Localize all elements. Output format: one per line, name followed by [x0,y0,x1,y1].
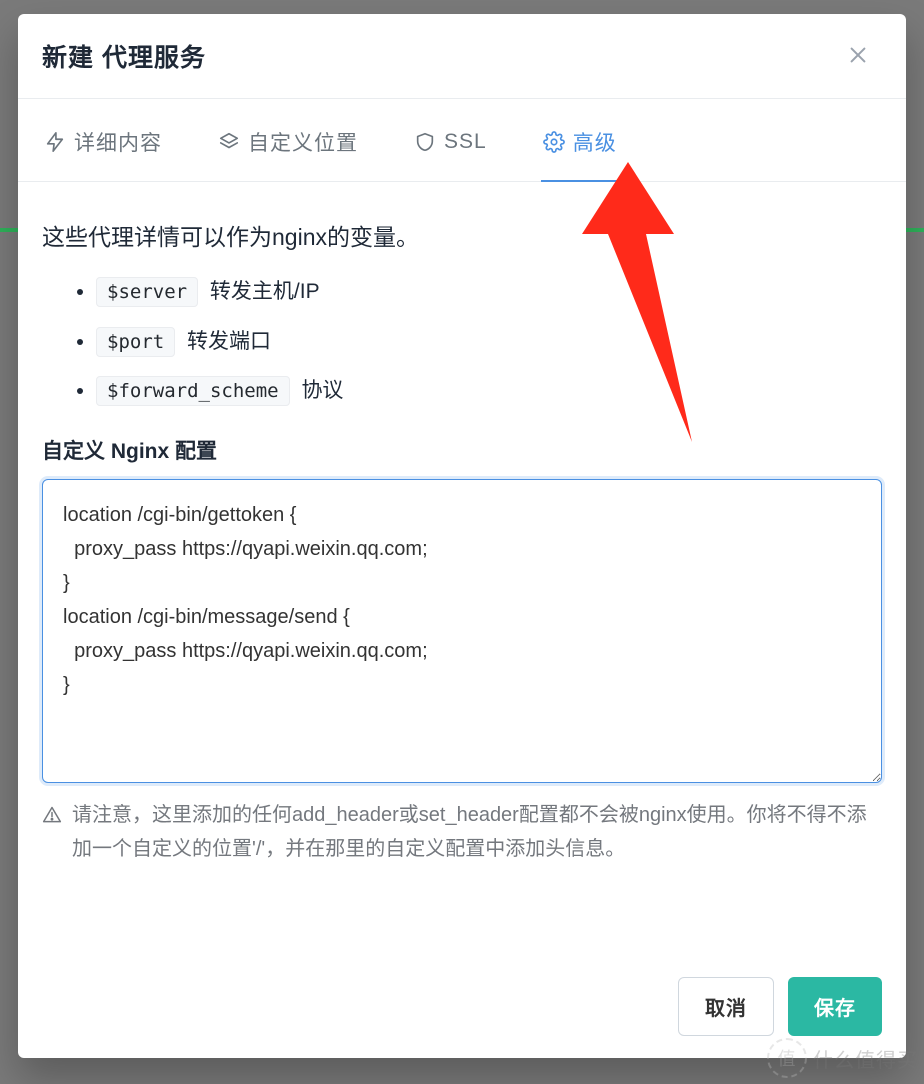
modal-title: 新建 代理服务 [42,38,206,74]
variable-code: $port [96,327,175,357]
warning-icon [42,802,62,836]
tab-advanced[interactable]: 高级 [541,99,619,181]
warning-text: 请注意，这里添加的任何add_header或set_header配置都不会被ng… [72,798,878,866]
intro-text: 这些代理详情可以作为nginx的变量。 [42,218,882,252]
tab-custom-locations[interactable]: 自定义位置 [216,99,360,181]
tab-label: 高级 [573,127,617,157]
variable-code: $server [96,277,198,307]
tab-details[interactable]: 详细内容 [42,99,164,181]
tab-label: 自定义位置 [248,127,358,157]
list-item: $port 转发端口 [96,326,882,358]
cancel-button[interactable]: 取消 [678,977,774,1036]
close-icon [847,44,869,69]
gear-icon [543,131,565,153]
tab-label: 详细内容 [74,127,162,157]
variable-code: $forward_scheme [96,376,290,406]
tab-ssl[interactable]: SSL [412,99,489,181]
list-item: $forward_scheme 协议 [96,375,882,407]
variable-desc: 转发端口 [187,330,271,353]
shield-icon [414,131,436,153]
bolt-icon [44,131,66,153]
tabs: 详细内容 自定义位置 SSL [18,99,906,182]
variable-desc: 协议 [301,379,343,402]
variable-list: $server 转发主机/IP $port 转发端口 $forward_sche… [72,276,882,407]
tab-label: SSL [444,130,487,154]
proxy-modal: 新建 代理服务 详细内容 [18,14,906,1058]
variable-desc: 转发主机/IP [210,280,320,303]
modal-header: 新建 代理服务 [18,14,906,98]
modal-body: 这些代理详情可以作为nginx的变量。 $server 转发主机/IP $por… [18,182,906,977]
section-title: 自定义 Nginx 配置 [42,435,882,465]
close-button[interactable] [840,38,876,74]
save-button[interactable]: 保存 [788,977,882,1036]
layers-icon [218,131,240,153]
list-item: $server 转发主机/IP [96,276,882,308]
warning-note: 请注意，这里添加的任何add_header或set_header配置都不会被ng… [42,798,882,866]
modal-footer: 取消 保存 [18,977,906,1058]
custom-nginx-config-input[interactable] [42,479,882,783]
